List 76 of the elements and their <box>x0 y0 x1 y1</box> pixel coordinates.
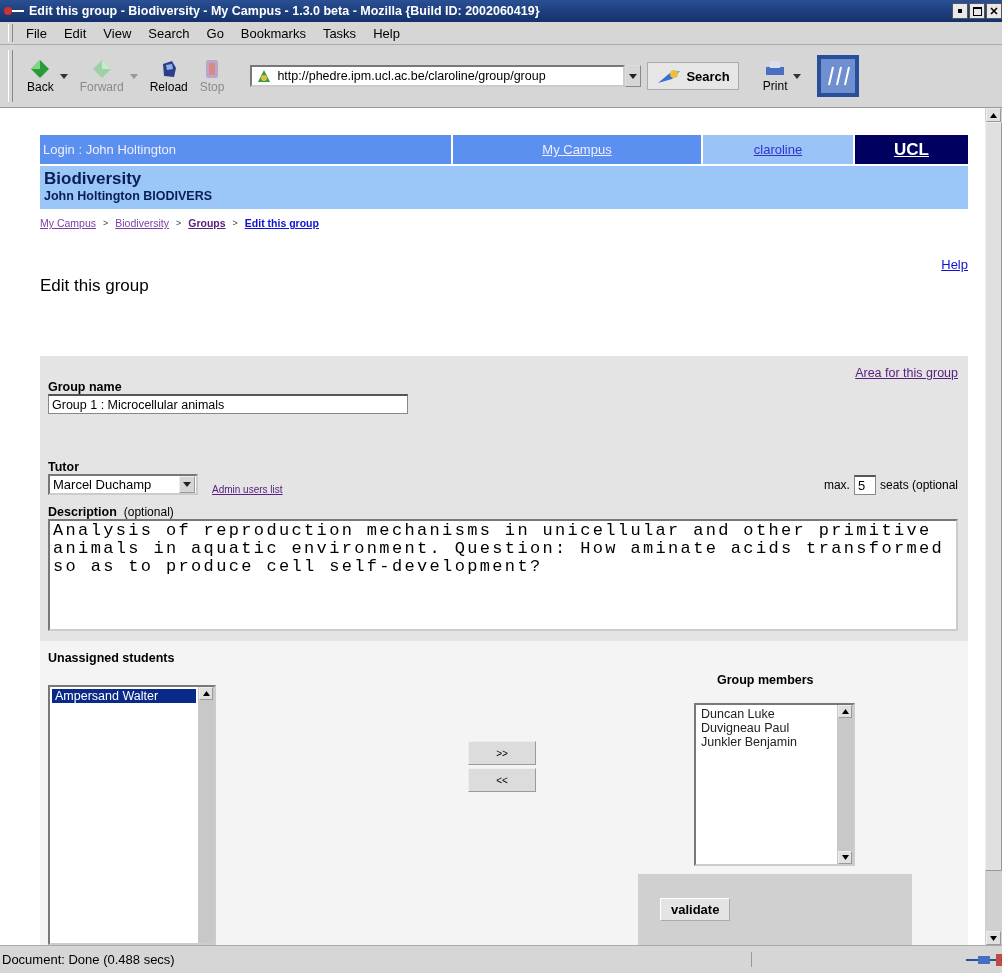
group-name-field[interactable]: Group 1 : Microcellular animals <box>48 394 408 414</box>
breadcrumb-link[interactable]: Biodiversity <box>115 217 169 229</box>
menu-item[interactable]: Search <box>148 25 190 41</box>
back-button[interactable]: Back <box>21 56 60 96</box>
down-triangle-icon <box>841 855 849 860</box>
page-heading: Edit this group <box>40 276 150 296</box>
window-title: Edit this group - Biodiversity - My Campus - 1.3.0 beta - Mozilla {Build ID: 2002060419} <box>29 4 541 18</box>
section-label: Group members <box>717 673 815 687</box>
field-label: Description <box>48 505 117 519</box>
breadcrumb-link[interactable]: My Campus <box>40 217 96 229</box>
breadcrumb-link[interactable]: Groups <box>188 217 226 229</box>
field-label: Tutor <box>48 460 80 474</box>
seats-field[interactable]: 5 <box>853 475 876 495</box>
field-label: Group name <box>48 380 123 394</box>
menu-item[interactable]: Tasks <box>322 25 357 41</box>
menu-item[interactable]: Edit <box>63 25 87 41</box>
student-list[interactable]: Ampersand Walter <box>48 685 216 945</box>
login-text: Login : John Holtington <box>40 135 451 164</box>
throbber-icon <box>817 55 860 97</box>
scroll-down-button[interactable] <box>838 851 852 864</box>
description-field[interactable]: Analysis of reproduction mechanisms in unicellular and other primitive animals in aquatic environment. Question: How aminate acids transformed so as to produce cell self-development? <box>48 519 958 631</box>
down-triangle-icon <box>990 935 997 941</box>
menu-item[interactable]: Help <box>373 25 400 41</box>
area-link[interactable]: Area for this group <box>855 366 958 380</box>
search-button[interactable]: Search <box>647 62 739 90</box>
minimize-button[interactable] <box>952 3 968 19</box>
page-scrollbar[interactable] <box>985 108 1002 945</box>
breadcrumb-link[interactable]: Edit this group <box>244 217 319 229</box>
mozilla-icon <box>3 5 25 17</box>
scroll-up-button[interactable] <box>199 687 213 700</box>
up-triangle-icon <box>841 709 849 714</box>
close-icon <box>990 7 998 15</box>
close-button[interactable] <box>986 3 1002 19</box>
print-button[interactable]: Print <box>756 57 794 95</box>
list-item[interactable]: Junkler Benjamin <box>698 735 835 749</box>
scroll-up-button[interactable] <box>838 705 852 718</box>
seats-label: seats (optional <box>879 478 958 492</box>
help-link[interactable]: Help <box>941 257 968 272</box>
nav-link[interactable]: UCL <box>855 135 968 164</box>
up-triangle-icon <box>202 691 210 696</box>
list-item[interactable]: Ampersand Walter <box>52 689 196 703</box>
section-label: Unassigned students <box>48 651 176 665</box>
move-button[interactable]: >> <box>468 741 536 765</box>
list-item[interactable]: Duvigneau Paul <box>698 721 835 735</box>
tutor-select[interactable]: Marcel Duchamp <box>48 474 198 495</box>
caret-icon <box>629 73 638 79</box>
menu-item[interactable]: Go <box>206 25 224 41</box>
caret-icon[interactable] <box>59 73 68 79</box>
max-label: max. <box>823 478 850 492</box>
breadcrumb-separator: > <box>103 218 109 228</box>
address-field[interactable]: http://phedre.ipm.ucl.ac.be/claroline/group/group <box>250 65 626 87</box>
list-item[interactable]: Duncan Luke <box>698 707 835 721</box>
move-button[interactable]: << <box>468 768 536 792</box>
caret-icon[interactable] <box>793 73 802 79</box>
breadcrumb-separator: > <box>175 218 182 228</box>
back-arrow-icon <box>29 58 52 80</box>
maximize-button[interactable] <box>969 3 985 19</box>
menu-item[interactable]: Bookmarks <box>240 25 306 41</box>
breadcrumb-separator: > <box>232 218 238 228</box>
course-title: Biodiversity <box>44 169 143 189</box>
admin-users-link[interactable]: Admin users list <box>212 484 283 495</box>
optional-hint: (optional) <box>123 505 174 519</box>
course-subtitle: John Holtington BIODIVERS <box>44 189 214 203</box>
menu-item[interactable]: View <box>103 25 132 41</box>
validate-button[interactable]: validate <box>660 898 731 921</box>
status-text: Document: Done (0.488 secs) <box>0 952 752 967</box>
member-list[interactable]: Duncan Luke Duvigneau Paul Junkler Benjamin <box>694 703 855 866</box>
caret-icon <box>183 482 191 487</box>
connection-icon <box>966 952 1002 967</box>
menu-item[interactable]: File <box>26 25 47 41</box>
site-icon <box>256 68 273 84</box>
dropdown-button[interactable] <box>625 65 642 87</box>
nav-link[interactable]: claroline <box>703 135 853 164</box>
up-triangle-icon <box>990 112 997 118</box>
reload-button[interactable]: Reload <box>143 56 194 96</box>
search-icon <box>656 67 683 85</box>
